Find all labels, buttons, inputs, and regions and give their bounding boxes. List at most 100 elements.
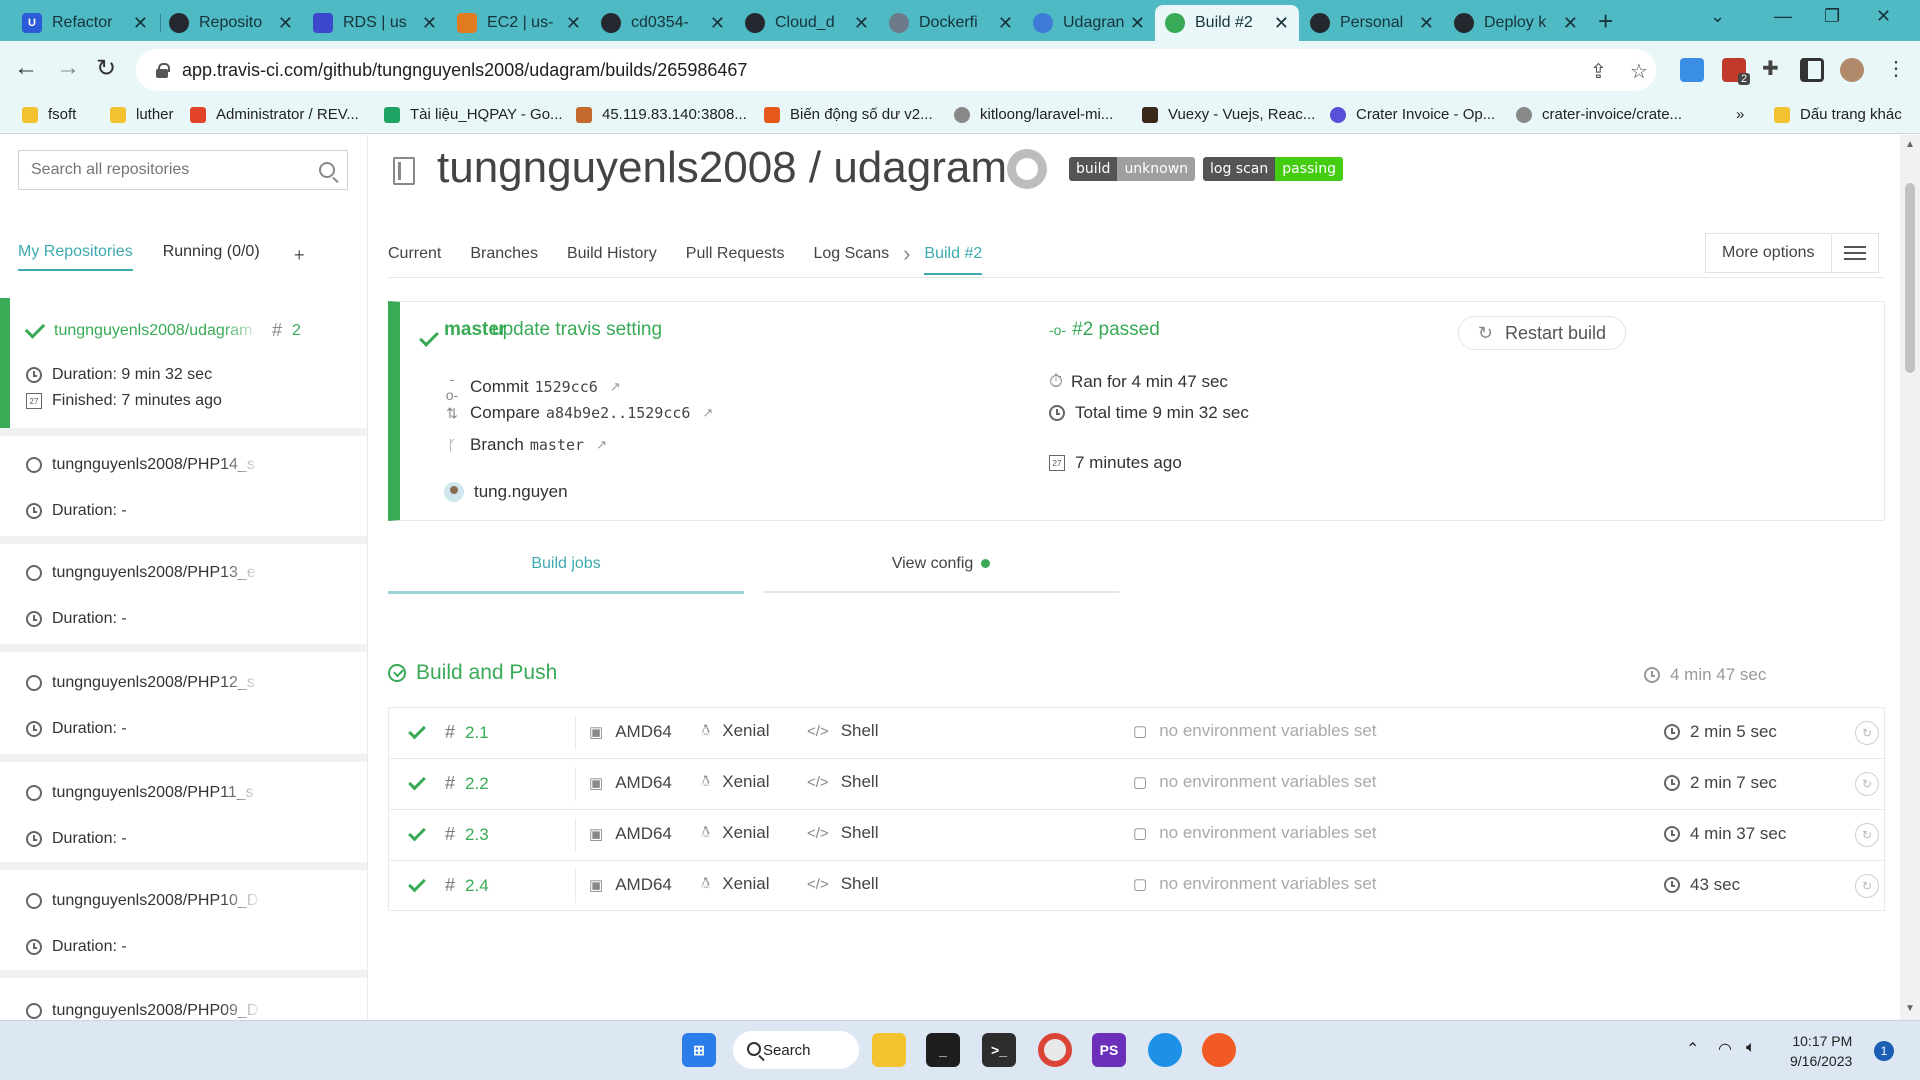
repo-name[interactable]: tungnguyenls2008/PHP10_D bbox=[52, 892, 262, 910]
repo-list-item[interactable]: tungnguyenls2008/PHP12_s Duration: - bbox=[0, 652, 367, 752]
build-status-badge[interactable]: build unknown bbox=[1069, 157, 1196, 181]
share-icon[interactable]: ⇪ bbox=[1590, 59, 1607, 84]
url-text[interactable]: app.travis-ci.com/github/tungnguyenls200… bbox=[182, 60, 747, 81]
repo-name[interactable]: tungnguyenls2008/PHP11_s bbox=[52, 784, 262, 802]
close-icon[interactable]: ✕ bbox=[566, 13, 581, 34]
more-options-button[interactable]: More options bbox=[1705, 233, 1879, 273]
repo-title[interactable]: tungnguyenls2008/PHP12_s bbox=[26, 674, 262, 692]
file-explorer-icon[interactable] bbox=[872, 1033, 906, 1067]
job-number[interactable]: #2.2 bbox=[445, 773, 489, 794]
volume-icon[interactable]: 🔈︎ bbox=[1746, 1039, 1756, 1057]
repo-title[interactable]: tungnguyenls2008/PHP09_D bbox=[26, 1002, 262, 1020]
browser-tab[interactable]: Dockerfi ✕ bbox=[879, 5, 1023, 41]
search-input[interactable] bbox=[31, 161, 319, 179]
browser-tab[interactable]: cd0354- ✕ bbox=[591, 5, 735, 41]
repo-title[interactable]: tungnguyenls2008/udagram # 2 bbox=[24, 317, 301, 341]
compare-row[interactable]: ⇅ Compare a84b9e2..1529cc6 ↗ bbox=[444, 403, 713, 423]
scroll-down-arrow-icon[interactable]: ▼ bbox=[1905, 1003, 1915, 1014]
browser-tab[interactable]: Cloud_d ✕ bbox=[735, 5, 879, 41]
repo-list-item[interactable]: tungnguyenls2008/PHP11_s Duration: - bbox=[0, 762, 367, 862]
close-icon[interactable]: ✕ bbox=[1563, 13, 1578, 34]
tab-running[interactable]: Running (0/0) bbox=[163, 243, 260, 271]
postman-icon[interactable] bbox=[1202, 1033, 1236, 1067]
tab-my-repositories[interactable]: My Repositories bbox=[18, 243, 133, 271]
scroll-up-arrow-icon[interactable]: ▲ bbox=[1905, 139, 1915, 150]
job-number-text[interactable]: 2.2 bbox=[465, 774, 489, 793]
search-box[interactable] bbox=[18, 150, 348, 190]
restart-build-button[interactable]: ↻ Restart build bbox=[1458, 316, 1626, 350]
restore-button[interactable]: ❐ bbox=[1824, 6, 1840, 27]
search-icon[interactable] bbox=[319, 162, 335, 178]
repo-list-item[interactable]: tungnguyenls2008/PHP13_e Duration: - bbox=[0, 544, 367, 644]
tab-build-jobs[interactable]: Build jobs bbox=[388, 555, 744, 594]
repo-name[interactable]: tungnguyenls2008/PHP09_D bbox=[52, 1002, 262, 1020]
job-row[interactable]: #2.3 ▣ AMD64 🐧︎ Xenial </> Shell ▢ no enviro… bbox=[388, 809, 1885, 860]
tab-log-scans[interactable]: Log Scans bbox=[813, 245, 889, 273]
page-title[interactable]: tungnguyenls2008 / udagram bbox=[437, 143, 1007, 193]
bookmark-item[interactable]: Vuexy - Vuejs, Reac... bbox=[1142, 106, 1315, 123]
terminal-icon[interactable]: _ bbox=[926, 1033, 960, 1067]
tab-pull-requests[interactable]: Pull Requests bbox=[686, 245, 785, 273]
commit-sha[interactable]: 1529cc6 bbox=[535, 378, 598, 396]
restart-job-icon[interactable]: ↻ bbox=[1855, 721, 1879, 745]
close-icon[interactable]: ✕ bbox=[422, 13, 437, 34]
build-state-text[interactable]: #2 passed bbox=[1072, 319, 1160, 341]
browser-tab[interactable]: Personal ✕ bbox=[1300, 5, 1444, 41]
bookmark-star-icon[interactable]: ☆ bbox=[1630, 59, 1648, 84]
browser-tab[interactable]: EC2 | us- ✕ bbox=[447, 5, 591, 41]
close-icon[interactable]: ✕ bbox=[278, 13, 293, 34]
repo-title[interactable]: tungnguyenls2008/PHP10_D bbox=[26, 892, 262, 910]
bookmark-item[interactable]: 45.119.83.140:3808... bbox=[576, 106, 747, 123]
tray-chevron-icon[interactable]: ⌃ bbox=[1686, 1039, 1699, 1059]
tab-current[interactable]: Current bbox=[388, 245, 441, 273]
build-state[interactable]: -o- #2 passed bbox=[1049, 319, 1160, 341]
kebab-menu-icon[interactable]: ⋮ bbox=[1886, 56, 1906, 81]
external-link-icon[interactable]: ↗ bbox=[610, 379, 621, 395]
browser-tab[interactable]: U Refactor ✕ bbox=[12, 5, 158, 41]
address-bar[interactable]: app.travis-ci.com/github/tungnguyenls200… bbox=[136, 49, 1656, 91]
restart-job-icon[interactable]: ↻ bbox=[1855, 823, 1879, 847]
bookmark-item[interactable]: fsoft bbox=[22, 106, 76, 123]
repo-name[interactable]: tungnguyenls2008/PHP12_s bbox=[52, 674, 262, 692]
taskbar-clock[interactable]: 10:17 PM 9/16/2023 bbox=[1790, 1031, 1852, 1071]
browser-tab[interactable]: Udagran ✕ bbox=[1023, 5, 1155, 41]
compare-range[interactable]: a84b9e2..1529cc6 bbox=[546, 404, 691, 422]
close-icon[interactable]: ✕ bbox=[1419, 13, 1434, 34]
notification-badge[interactable]: 1 bbox=[1874, 1041, 1894, 1061]
repo-title[interactable]: tungnguyenls2008/PHP13_e bbox=[26, 564, 262, 582]
side-panel-icon[interactable] bbox=[1800, 58, 1824, 82]
reload-button[interactable]: ↻ bbox=[96, 54, 116, 83]
bookmark-item[interactable]: crater-invoice/crate... bbox=[1516, 106, 1682, 123]
external-link-icon[interactable]: ↗ bbox=[596, 437, 607, 453]
repo-list-item[interactable]: tungnguyenls2008/PHP14_s Duration: - bbox=[0, 436, 367, 536]
job-number-text[interactable]: 2.3 bbox=[465, 825, 489, 844]
job-row[interactable]: #2.2 ▣ AMD64 🐧︎ Xenial </> Shell ▢ no enviro… bbox=[388, 758, 1885, 809]
tab-build-2[interactable]: Build #2 bbox=[924, 245, 983, 275]
build-number[interactable]: 2 bbox=[292, 322, 301, 340]
close-icon[interactable]: ✕ bbox=[1130, 13, 1145, 34]
console-icon[interactable]: >_ bbox=[982, 1033, 1016, 1067]
forward-button[interactable]: → bbox=[56, 54, 80, 82]
job-number[interactable]: #2.3 bbox=[445, 824, 489, 845]
close-icon[interactable]: ✕ bbox=[1274, 13, 1289, 34]
restart-job-icon[interactable]: ↻ bbox=[1855, 772, 1879, 796]
repo-list-item[interactable]: tungnguyenls2008/udagram # 2 Duration: 9… bbox=[0, 298, 367, 428]
phpstorm-icon[interactable]: PS bbox=[1092, 1033, 1126, 1067]
job-number[interactable]: #2.4 bbox=[445, 875, 489, 896]
browser-tab-active[interactable]: Build #2 ✕ bbox=[1155, 5, 1299, 41]
repo-title[interactable]: tungnguyenls2008/PHP14_s bbox=[26, 456, 262, 474]
browser-tab[interactable]: RDS | us ✕ bbox=[303, 5, 447, 41]
new-tab-button[interactable]: + bbox=[1598, 6, 1613, 37]
profile-avatar[interactable] bbox=[1840, 58, 1864, 82]
bookmark-item[interactable]: kitloong/laravel-mi... bbox=[954, 106, 1113, 123]
bookmark-item[interactable]: Crater Invoice - Op... bbox=[1330, 106, 1495, 123]
job-row[interactable]: #2.1 ▣ AMD64 🐧︎ Xenial </> Shell ▢ no enviro… bbox=[388, 707, 1885, 758]
close-icon[interactable]: ✕ bbox=[710, 13, 725, 34]
tab-branches[interactable]: Branches bbox=[470, 245, 538, 273]
branch-row[interactable]: ᚴ Branch master ↗ bbox=[444, 435, 607, 455]
log-scan-badge[interactable]: log scan passing bbox=[1203, 157, 1343, 181]
repo-name[interactable]: tungnguyenls2008/PHP14_s bbox=[52, 456, 262, 474]
close-icon[interactable]: ✕ bbox=[133, 13, 148, 34]
taskbar-search[interactable]: Search bbox=[733, 1031, 859, 1069]
bookmark-item[interactable]: luther bbox=[110, 106, 174, 123]
